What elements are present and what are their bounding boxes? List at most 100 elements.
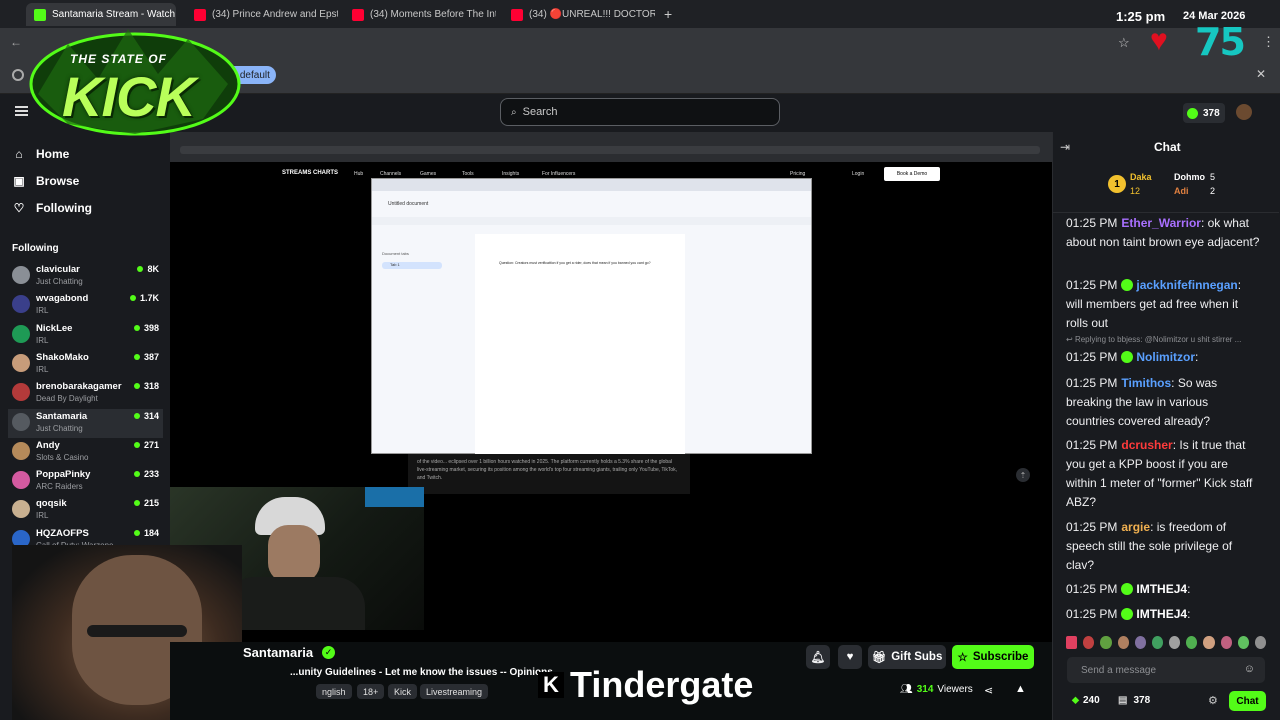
- viewer-count-value: 1.7K: [139, 293, 159, 304]
- tab-label: (34) 🔴UNREAL!!! DOCTOR TH: [529, 9, 655, 20]
- tag-kick[interactable]: Kick: [388, 684, 418, 699]
- chrome-icon: [12, 69, 24, 81]
- gift-subs-label: Gift Subs: [891, 651, 943, 663]
- chat-message-input[interactable]: Send a message ☺: [1067, 657, 1265, 683]
- top-gifter-1-count: 12: [1130, 186, 1141, 196]
- channel-name: Santamaria: [36, 410, 88, 422]
- channel-avatar: [12, 441, 30, 460]
- channel-name: ShakoMako: [36, 351, 89, 363]
- chat-username[interactable]: IMTHEJ4: [1136, 607, 1187, 621]
- tag-language[interactable]: nglish: [316, 684, 352, 699]
- live-dot-icon: [133, 441, 140, 448]
- channel-viewers: 233: [133, 469, 159, 479]
- nav-browse[interactable]: ▣ Browse: [12, 174, 79, 188]
- nav-home-label: Home: [36, 147, 70, 161]
- kicks-coin-icon: [1187, 107, 1198, 119]
- streams-charts-logo: STREAMS CHARTS: [282, 170, 339, 176]
- channel-category: Just Chatting: [36, 277, 83, 286]
- channel-avatar: [12, 295, 30, 314]
- chat-text: will members get ad free when it rolls o…: [1066, 297, 1239, 330]
- chat-username[interactable]: Timithos: [1121, 376, 1171, 390]
- browser-menu-icon[interactable]: ⋮: [1262, 34, 1275, 50]
- channel-viewers: 314: [133, 411, 159, 421]
- search-input[interactable]: ⌕ Search: [500, 98, 780, 126]
- chat-username[interactable]: argie: [1121, 520, 1150, 534]
- viewer-count-value: 271: [143, 439, 159, 450]
- top-gifter-3-count: 2: [1210, 186, 1216, 196]
- sc-nav-pricing: Pricing: [790, 171, 806, 177]
- chat-settings-gear-icon[interactable]: ⚙: [1208, 694, 1218, 707]
- following-channel-item[interactable]: brenobarakagamer Dead By Daylight 318: [8, 379, 163, 408]
- chat-timestamp: 01:25 PM: [1066, 438, 1118, 452]
- tag-livestreaming[interactable]: Livestreaming: [420, 684, 489, 699]
- back-icon[interactable]: ←: [10, 35, 22, 49]
- sc-nav-games: Games: [420, 171, 437, 177]
- subscribe-label: Subscribe: [972, 651, 1029, 663]
- channel-category: Just Chatting: [36, 423, 83, 433]
- close-popup-icon[interactable]: ✕: [1256, 67, 1266, 81]
- browser-tab-1[interactable]: (34) Prince Andrew and Epstein ✕: [186, 3, 338, 26]
- chat-timestamp: 01:25 PM: [1066, 278, 1118, 292]
- follow-heart-icon[interactable]: ♥: [838, 645, 862, 669]
- share-icon[interactable]: ⋖: [984, 684, 993, 697]
- browser-tab-2[interactable]: (34) Moments Before The Interv ✕: [344, 3, 496, 26]
- channel-viewers: 387: [133, 352, 159, 362]
- live-dot-icon: [133, 471, 140, 478]
- gift-subs-button[interactable]: 🎁︎ Gift Subs: [868, 645, 946, 669]
- chat-username[interactable]: Nolimitzor: [1136, 350, 1195, 364]
- store-kicks[interactable]: ▤ 378: [1118, 695, 1150, 706]
- top-gifter-1-name: Daka: [1130, 172, 1152, 182]
- browser-tab-3[interactable]: (34) 🔴UNREAL!!! DOCTOR TH ✕: [503, 3, 655, 26]
- nav-home[interactable]: ⌂ Home: [12, 147, 69, 161]
- verified-badge-icon: [1121, 279, 1134, 291]
- hamburger-menu-icon[interactable]: [15, 106, 28, 116]
- channel-points[interactable]: ⬥ 240: [1072, 695, 1100, 706]
- viewer-count: 👥︎ 314 Viewers: [900, 684, 973, 695]
- viewer-count-value: 184: [143, 527, 159, 538]
- emoji-icon[interactable]: ☺: [1244, 663, 1255, 675]
- following-channel-item[interactable]: ShakoMako IRL 387: [8, 350, 163, 379]
- search-icon: ⌕: [511, 106, 517, 118]
- chat-username[interactable]: jackknifefinnegan: [1136, 278, 1237, 292]
- sc-nav-tools: Tools: [462, 171, 474, 177]
- chat-send-button[interactable]: Chat: [1229, 691, 1266, 711]
- chat-message: 01:25 PM IMTHEJ4:: [1066, 605, 1260, 624]
- chat-username[interactable]: Ether_Warrior: [1121, 216, 1201, 230]
- following-channel-item[interactable]: PoppaPinky ARC Raiders 233: [8, 467, 163, 496]
- chat-timestamp: 01:25 PM: [1066, 376, 1118, 390]
- subscribe-button[interactable]: ☆ Subscribe: [952, 645, 1034, 669]
- points-count: 240: [1083, 695, 1100, 706]
- channel-viewers: 215: [133, 498, 159, 509]
- nav-following[interactable]: ♡ Following: [12, 201, 92, 215]
- chat-username[interactable]: IMTHEJ4: [1136, 582, 1187, 596]
- chat-colon: :: [1237, 278, 1242, 292]
- collapse-chat-icon[interactable]: ⇥: [1060, 140, 1070, 154]
- sc-nav-login: Login: [852, 171, 865, 177]
- following-channel-item[interactable]: qoqsik IRL 215: [8, 496, 163, 525]
- chat-username[interactable]: dcrusher: [1121, 438, 1172, 452]
- bookmark-star-icon[interactable]: ☆: [1118, 35, 1130, 51]
- user-avatar[interactable]: [1236, 104, 1252, 120]
- following-channel-item[interactable]: wvagabond IRL 1.7K: [8, 291, 163, 320]
- chat-title: Chat: [1154, 140, 1181, 154]
- nav-browse-label: Browse: [36, 174, 80, 188]
- viewer-count-value: 215: [143, 498, 159, 509]
- following-channel-item[interactable]: Santamaria Just Chatting 314: [8, 408, 163, 438]
- following-channel-item[interactable]: NickLee IRL 398: [8, 321, 163, 350]
- following-channel-item[interactable]: clavicular Just Chatting 8K: [8, 262, 163, 291]
- viewers-number: 314: [916, 684, 934, 695]
- report-icon[interactable]: ▲: [1015, 683, 1026, 695]
- channel-avatar: [12, 471, 30, 490]
- channel-name: Andy: [36, 439, 60, 451]
- new-tab-icon[interactable]: +: [664, 6, 672, 22]
- browser-tab-0[interactable]: Santamaria Stream - Watch 🔊 ✕: [26, 3, 176, 26]
- notification-bell-icon[interactable]: 🔔︎: [806, 645, 830, 669]
- tag-mature[interactable]: 18+: [357, 684, 385, 699]
- doc-title: Untitled document: [388, 201, 429, 207]
- streamer-name[interactable]: Santamaria: [243, 645, 313, 660]
- channel-name: PoppaPinky: [36, 469, 91, 481]
- kicks-balance[interactable]: 378: [1183, 103, 1225, 123]
- chat-input-placeholder: Send a message: [1081, 664, 1157, 676]
- youtube-favicon-icon: [511, 8, 523, 21]
- following-channel-item[interactable]: Andy Slots & Casino 271: [8, 438, 163, 467]
